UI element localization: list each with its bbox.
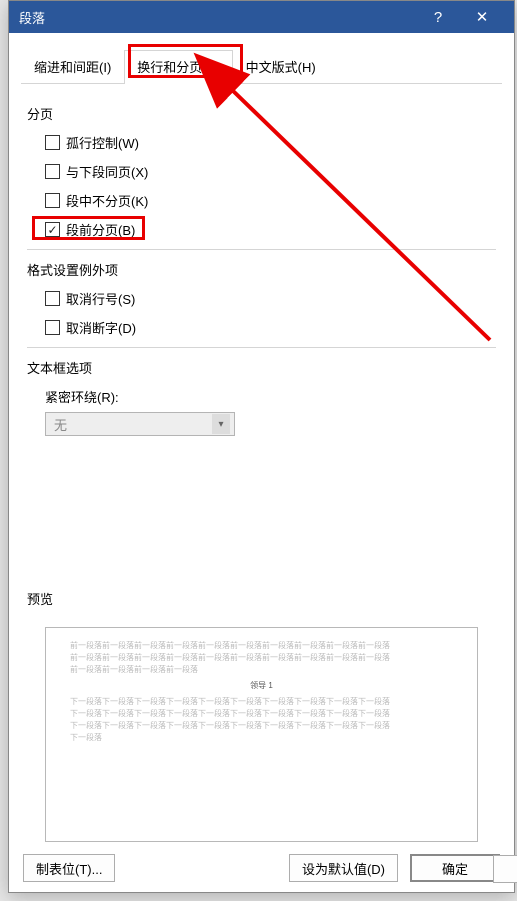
widow-control-checkbox[interactable] [45,135,60,150]
suppress-hyphen-label: 取消断字(D) [66,318,136,337]
tight-wrap-label: 紧密环绕(R): [45,387,496,406]
suppress-hyphen-checkbox[interactable] [45,320,60,335]
set-default-button[interactable]: 设为默认值(D) [289,854,398,882]
help-button[interactable]: ? [416,1,460,33]
preview-center-line: 领导 1 [70,680,453,692]
preview-line: 下一段落 [70,732,453,744]
pagination-section-label: 分页 [27,104,496,123]
tab-label: 缩进和间距(I) [34,60,111,75]
paragraph-dialog: 段落 ? ✕ 缩进和间距(I) 换行和分页(P) 中文版式(H) 分页 孤行控制… [8,0,515,893]
suppress-line-numbers-checkbox[interactable] [45,291,60,306]
chevron-down-icon: ▾ [212,414,230,434]
tabstops-button[interactable]: 制表位(T)... [23,854,115,882]
tab-line-page-breaks[interactable]: 换行和分页(P) [124,50,232,84]
widow-control-label: 孤行控制(W) [66,133,139,152]
button-label: 设为默认值(D) [302,859,385,878]
page-break-before-label: 段前分页(B) [66,220,135,239]
keep-with-next-label: 与下段同页(X) [66,162,148,181]
textbox-options-label: 文本框选项 [27,358,496,377]
keep-lines-checkbox[interactable] [45,193,60,208]
tab-indent-spacing[interactable]: 缩进和间距(I) [21,50,124,84]
tab-strip: 缩进和间距(I) 换行和分页(P) 中文版式(H) [21,49,502,84]
titlebar: 段落 ? ✕ [9,1,514,33]
tight-wrap-select[interactable]: 无 ▾ [45,412,235,436]
divider [27,249,496,250]
suppress-hyphen-row[interactable]: 取消断字(D) [45,318,496,337]
button-label: 制表位(T)... [36,859,102,878]
tab-label: 中文版式(H) [246,60,316,75]
preview-line: 下一段落下一段落下一段落下一段落下一段落下一段落下一段落下一段落下一段落下一段落 [70,720,453,732]
preview-label: 预览 [27,589,496,608]
partial-button[interactable]: 设为 [493,855,517,883]
ok-button[interactable]: 确定 [410,854,500,882]
tab-label: 换行和分页(P) [137,60,219,75]
dialog-title: 段落 [19,8,416,27]
widow-control-row[interactable]: 孤行控制(W) [45,133,496,152]
button-row: 制表位(T)... 设为默认值(D) 确定 [9,854,514,882]
preview-line: 前一段落前一段落前一段落前一段落 [70,664,453,676]
preview-section: 预览 [27,581,496,618]
suppress-line-numbers-row[interactable]: 取消行号(S) [45,289,496,308]
page-break-before-row[interactable]: 段前分页(B) [45,220,496,239]
tab-chinese-typography[interactable]: 中文版式(H) [233,50,329,84]
close-button[interactable]: ✕ [460,1,504,33]
divider [27,347,496,348]
suppress-line-numbers-label: 取消行号(S) [66,289,135,308]
preview-line: 下一段落下一段落下一段落下一段落下一段落下一段落下一段落下一段落下一段落下一段落 [70,708,453,720]
tight-wrap-value: 无 [54,415,67,434]
preview-line: 前一段落前一段落前一段落前一段落前一段落前一段落前一段落前一段落前一段落前一段落 [70,640,453,652]
button-label: 确定 [442,859,468,878]
keep-lines-label: 段中不分页(K) [66,191,148,210]
page-break-before-checkbox[interactable] [45,222,60,237]
keep-lines-row[interactable]: 段中不分页(K) [45,191,496,210]
preview-line: 下一段落下一段落下一段落下一段落下一段落下一段落下一段落下一段落下一段落下一段落 [70,696,453,708]
format-exceptions-label: 格式设置例外项 [27,260,496,279]
tab-content: 分页 孤行控制(W) 与下段同页(X) 段中不分页(K) 段前分页(B) 格式设… [9,84,514,440]
preview-line: 前一段落前一段落前一段落前一段落前一段落前一段落前一段落前一段落前一段落前一段落 [70,652,453,664]
keep-with-next-row[interactable]: 与下段同页(X) [45,162,496,181]
keep-with-next-checkbox[interactable] [45,164,60,179]
preview-box: 前一段落前一段落前一段落前一段落前一段落前一段落前一段落前一段落前一段落前一段落… [45,627,478,842]
